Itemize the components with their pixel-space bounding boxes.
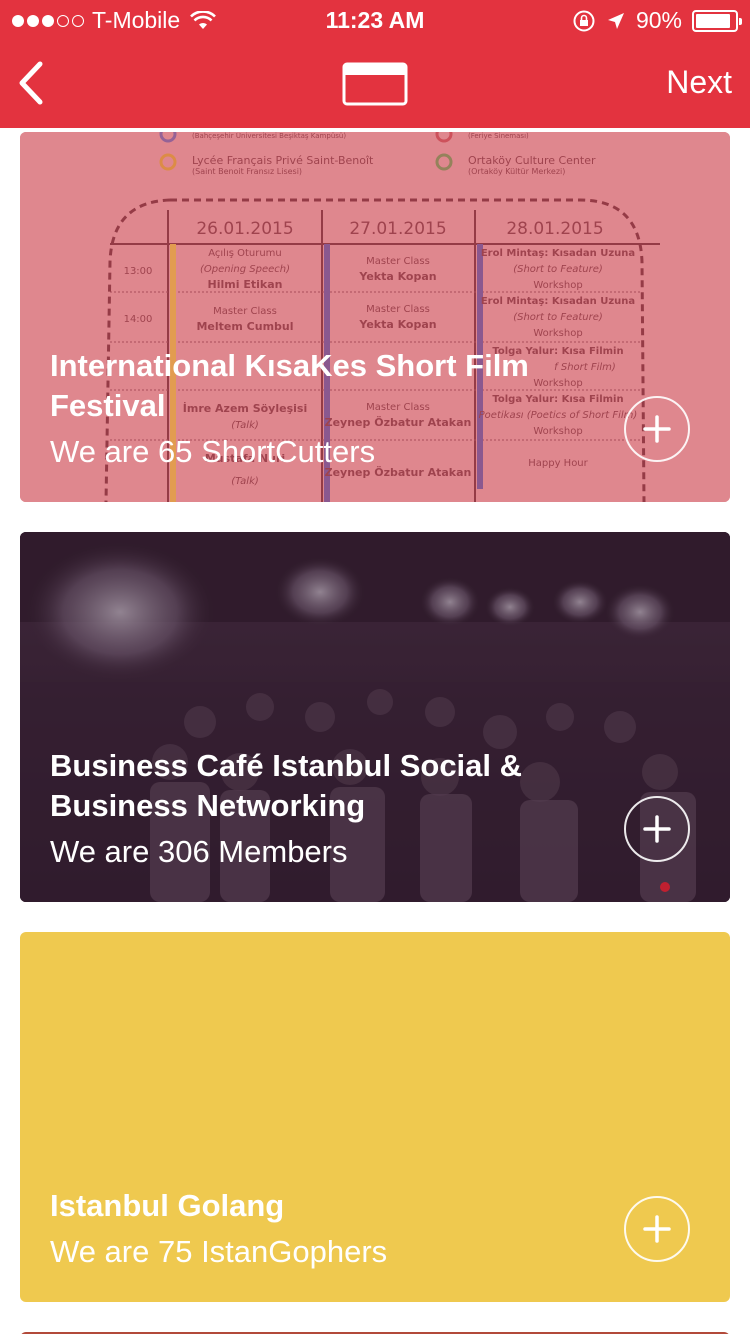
join-group-button[interactable] <box>624 1196 690 1262</box>
card-text: International KısaKes Short Film Festiva… <box>50 346 610 472</box>
plus-icon <box>643 815 671 843</box>
location-arrow-icon <box>607 12 624 29</box>
group-title: Istanbul Golang <box>50 1188 285 1223</box>
next-button[interactable]: Next <box>666 64 732 101</box>
battery-percent: 90% <box>635 7 682 33</box>
plus-icon <box>643 1215 671 1243</box>
group-card-business-cafe[interactable]: Business Café Istanbul Social & Business… <box>20 532 730 902</box>
status-bar: T-Mobile 11:23 AM 90% <box>0 0 750 40</box>
group-member-count: We are 75 IstanGophers <box>50 1234 388 1269</box>
plus-icon <box>643 415 671 443</box>
screen: T-Mobile 11:23 AM 90% Next Lycée Françai… <box>0 0 750 1334</box>
battery-icon <box>692 9 742 32</box>
back-chevron-icon[interactable] <box>12 58 52 108</box>
join-group-button[interactable] <box>624 796 690 862</box>
battery-level-fill <box>696 13 731 28</box>
card-view-icon <box>342 62 408 106</box>
group-member-count: We are 65 ShortCutters <box>50 434 376 469</box>
card-text: Istanbul Golang We are 75 IstanGophers <box>50 1186 610 1272</box>
group-title: International KısaKes Short Film Festiva… <box>50 348 529 423</box>
rotation-lock-icon <box>573 10 595 31</box>
card-text: Business Café Istanbul Social & Business… <box>50 746 610 872</box>
header: T-Mobile 11:23 AM 90% Next <box>0 0 750 128</box>
group-card-istanbul-golang[interactable]: Istanbul Golang We are 75 IstanGophers <box>20 932 730 1302</box>
group-member-count: We are 306 Members <box>50 834 348 869</box>
status-right: 90% <box>572 7 742 34</box>
join-group-button[interactable] <box>624 396 690 462</box>
navigation-bar: Next <box>0 40 750 128</box>
group-title: Business Café Istanbul Social & Business… <box>50 748 523 823</box>
group-card-kisakes[interactable]: Lycée Français Privé Saint-Benoît (Saint… <box>20 132 730 502</box>
